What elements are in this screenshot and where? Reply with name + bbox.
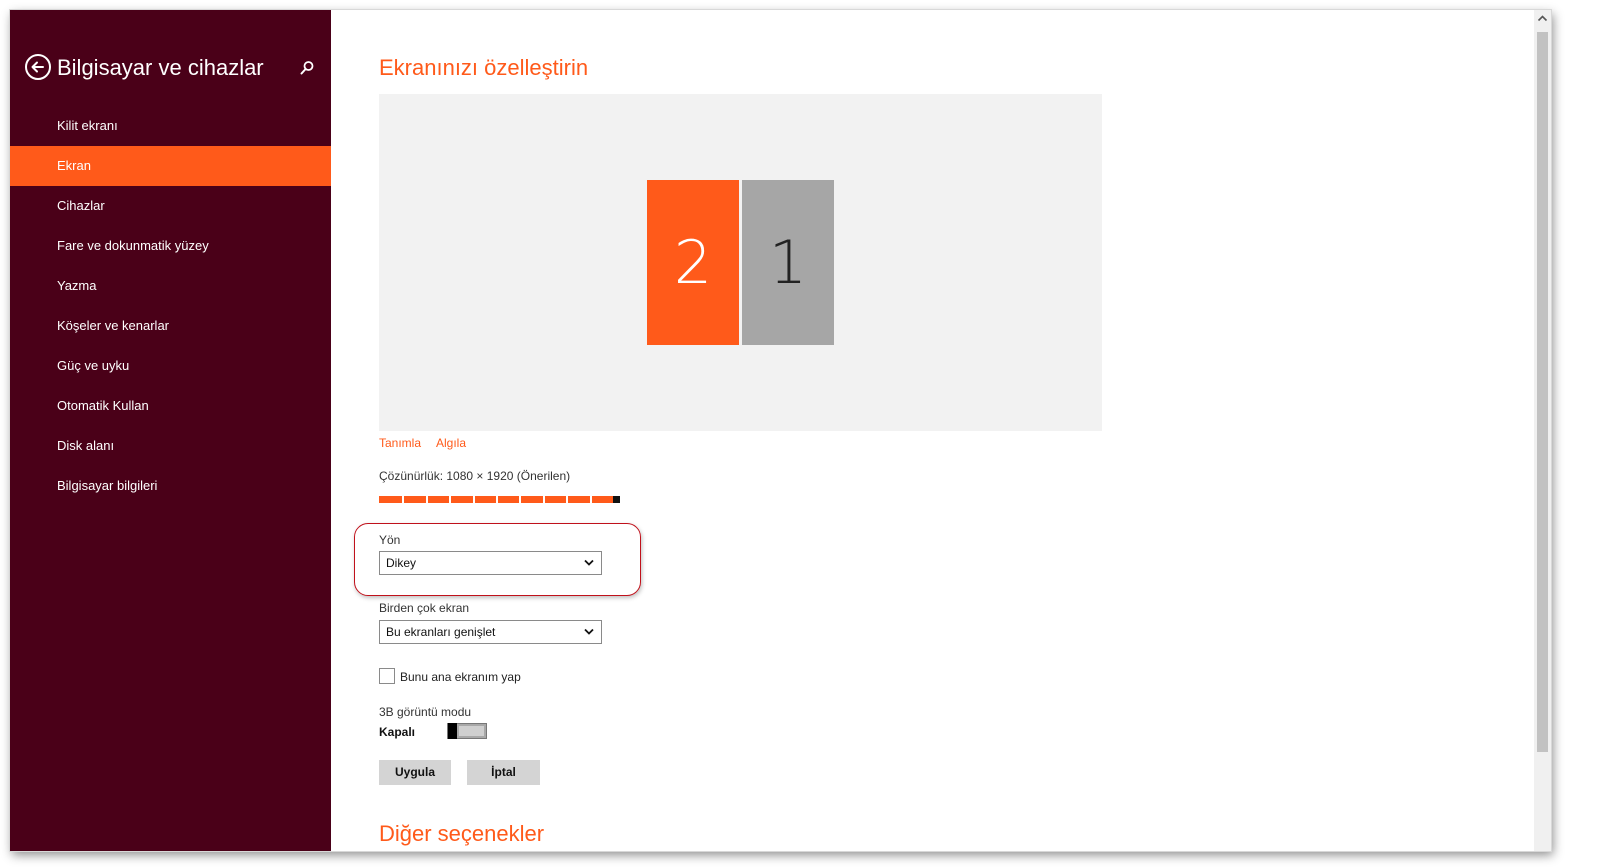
sidebar-item-autoplay[interactable]: Otomatik Kullan [10, 386, 331, 426]
main-content: Ekranınızı özelleştirin 2 1 Tanımla Algı… [331, 10, 1551, 851]
sidebar-item-pc-info[interactable]: Bilgisayar bilgileri [10, 466, 331, 506]
slider-tick [566, 496, 568, 503]
sidebar-item-corners-edges[interactable]: Köşeler ve kenarlar [10, 306, 331, 346]
slider-tick [543, 496, 545, 503]
identify-link[interactable]: Tanımla [379, 435, 421, 451]
sidebar-title: Bilgisayar ve cihazlar [57, 55, 264, 80]
orientation-value: Dikey [386, 556, 417, 570]
sidebar-item-power-sleep[interactable]: Güç ve uyku [10, 346, 331, 386]
slider-tick [473, 496, 475, 503]
cancel-button[interactable]: İptal [467, 760, 540, 785]
orientation-label: Yön [379, 533, 401, 547]
sidebar-item-disk-space[interactable]: Disk alanı [10, 426, 331, 466]
settings-window: Bilgisayar ve cihazlar Kilit ekranı Ekra… [10, 10, 1551, 851]
detect-link[interactable]: Algıla [436, 435, 466, 451]
back-arrow-icon[interactable] [25, 54, 51, 80]
multiple-displays-value: Bu ekranları genişlet [386, 625, 496, 639]
sidebar-item-devices[interactable]: Cihazlar [10, 186, 331, 226]
toggle-track [459, 726, 484, 736]
display-preview: 2 1 [379, 94, 1102, 431]
chevron-down-icon [584, 559, 594, 566]
stereo-3d-label: 3B görüntü modu [379, 705, 472, 719]
apply-button[interactable]: Uygula [379, 760, 451, 785]
page-title: Ekranınızı özelleştirin [379, 55, 589, 80]
slider-tick [449, 496, 451, 503]
toggle-knob [448, 723, 457, 739]
multiple-displays-label: Birden çok ekran [379, 601, 470, 615]
vertical-scrollbar[interactable] [1534, 10, 1551, 851]
sidebar-item-typing[interactable]: Yazma [10, 266, 331, 306]
resolution-slider-thumb[interactable] [613, 496, 620, 503]
sidebar-item-mouse-touchpad[interactable]: Fare ve dokunmatik yüzey [10, 226, 331, 266]
main-display-checkbox[interactable] [379, 668, 395, 684]
sidebar-item-display[interactable]: Ekran [10, 146, 331, 186]
slider-tick [496, 496, 498, 503]
resolution-slider-track [379, 496, 620, 503]
slider-tick [519, 496, 521, 503]
slider-tick [590, 496, 592, 503]
stereo-3d-state: Kapalı [379, 725, 416, 739]
slider-tick [426, 496, 428, 503]
scroll-up-arrow-icon[interactable] [1534, 10, 1551, 27]
resolution-label: Çözünürlük: 1080 × 1920 (Önerilen) [379, 469, 571, 483]
slider-tick [402, 496, 404, 503]
orientation-dropdown[interactable]: Dikey [379, 551, 602, 575]
sidebar-item-lock-screen[interactable]: Kilit ekranı [10, 106, 331, 146]
sidebar: Bilgisayar ve cihazlar Kilit ekranı Ekra… [10, 10, 331, 851]
search-icon[interactable] [298, 59, 316, 77]
chevron-down-icon [584, 628, 594, 635]
monitor-2[interactable]: 2 [647, 180, 739, 345]
resolution-slider[interactable] [379, 496, 620, 503]
next-section-heading: Diğer seçenekler [379, 821, 545, 846]
scrollbar-thumb[interactable] [1537, 32, 1548, 752]
stereo-3d-toggle[interactable] [447, 723, 487, 739]
main-display-checkbox-label[interactable]: Bunu ana ekranım yap [400, 669, 521, 685]
monitor-1[interactable]: 1 [742, 180, 834, 345]
multiple-displays-dropdown[interactable]: Bu ekranları genişlet [379, 620, 602, 644]
sidebar-nav: Kilit ekranı Ekran Cihazlar Fare ve doku… [10, 106, 331, 506]
